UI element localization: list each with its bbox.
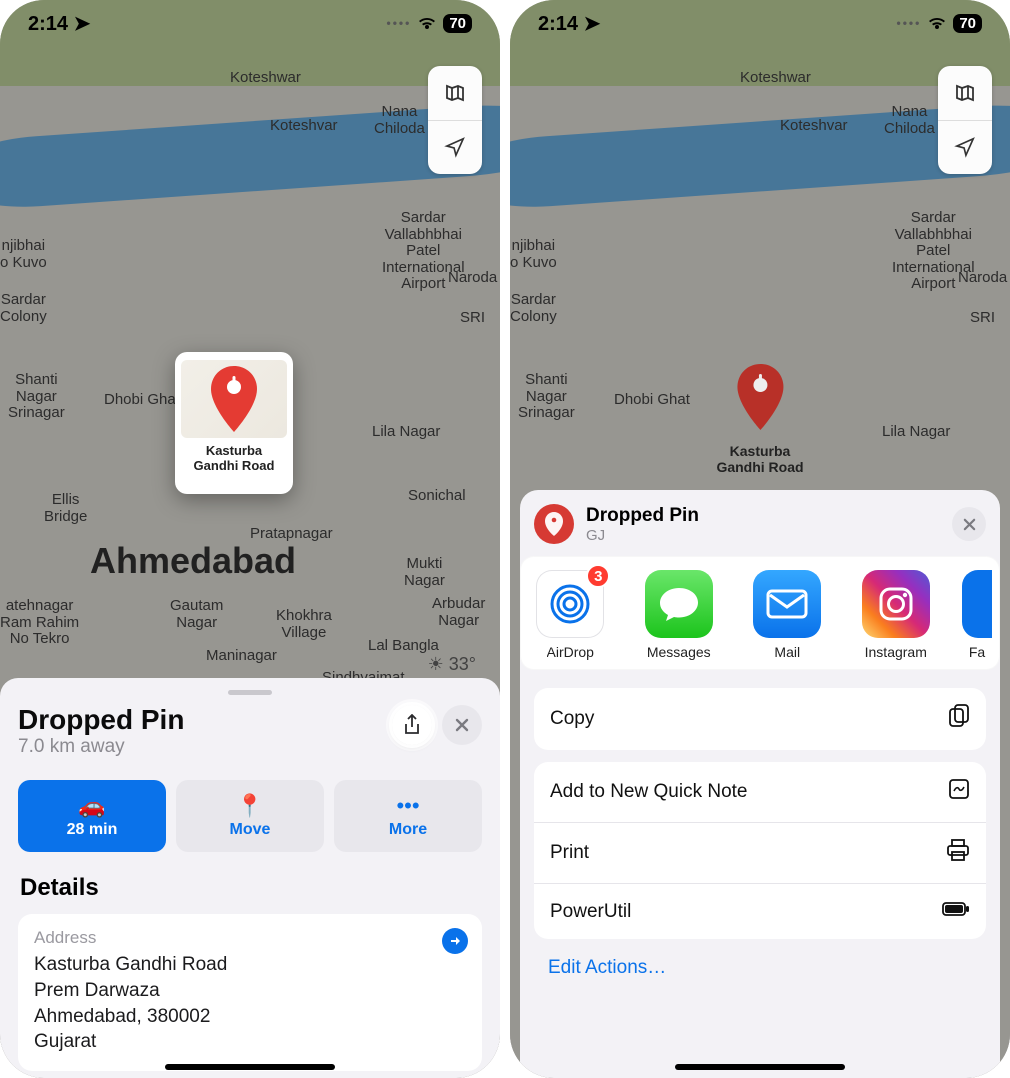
share-button[interactable] <box>392 705 432 745</box>
preview-minimap <box>181 360 287 438</box>
share-app-instagram[interactable]: Instagram <box>854 570 939 660</box>
phone-right: Koteshwar Koteshvar NanaChiloda SardarVa… <box>510 0 1010 1078</box>
car-icon: 🚗 <box>78 793 105 819</box>
more-label: More <box>389 821 427 839</box>
move-pin-tile[interactable]: 📍 Move <box>176 780 324 852</box>
share-app-airdrop[interactable]: 3 AirDrop <box>528 570 613 660</box>
print-icon <box>946 839 970 867</box>
share-item-thumbnail <box>534 504 574 544</box>
airdrop-icon <box>547 581 593 627</box>
battery-level: 70 <box>443 14 472 33</box>
address-line: Ahmedabad, 380002 <box>34 1004 466 1030</box>
close-icon <box>455 718 469 732</box>
battery-level: 70 <box>953 14 982 33</box>
messages-icon <box>657 584 701 624</box>
action-label: PowerUtil <box>550 901 631 923</box>
action-powerutil[interactable]: PowerUtil <box>534 883 986 939</box>
status-bar: 2:14 ➤ •••• 70 <box>0 0 500 44</box>
directions-drive-tile[interactable]: 🚗 28 min <box>18 780 166 852</box>
locate-arrow-icon <box>954 136 976 158</box>
move-label: Move <box>230 821 271 839</box>
move-pin-icon: 📍 <box>236 793 263 819</box>
close-button[interactable] <box>442 705 482 745</box>
share-app-facebook[interactable]: Fa <box>962 570 992 660</box>
wifi-icon <box>417 15 437 31</box>
map-mode-icon <box>443 81 467 105</box>
action-quicknote[interactable]: Add to New Quick Note <box>534 762 986 822</box>
share-subtitle: GJ <box>586 527 699 544</box>
share-app-label: Fa <box>962 644 992 660</box>
address-line: Gujarat <box>34 1029 466 1055</box>
share-actions-group: Add to New Quick Note Print PowerUtil <box>534 762 986 939</box>
edit-actions-link[interactable]: Edit Actions… <box>520 939 1000 979</box>
address-label: Address <box>34 928 466 948</box>
preview-pin-label: KasturbaGandhi Road <box>194 444 275 474</box>
share-app-label: AirDrop <box>547 644 594 660</box>
breadcrumb-dots-icon: •••• <box>897 16 922 30</box>
clock: 2:14 <box>28 13 68 35</box>
battery-icon <box>942 900 970 923</box>
action-print[interactable]: Print <box>534 822 986 883</box>
more-tile[interactable]: ••• More <box>334 780 482 852</box>
location-services-icon: ➤ <box>584 11 601 36</box>
share-sheet[interactable]: Dropped Pin GJ 3 AirDrop <box>520 490 1000 1078</box>
map-mode-icon <box>953 81 977 105</box>
map-mode-button[interactable] <box>428 66 482 120</box>
map-pin-icon <box>205 364 263 436</box>
locate-button[interactable] <box>938 120 992 175</box>
share-actions-group: Copy <box>534 688 986 750</box>
clock: 2:14 <box>538 13 578 35</box>
close-icon <box>963 518 976 531</box>
copy-icon <box>948 704 970 734</box>
mail-icon <box>765 588 809 620</box>
place-sheet[interactable]: Dropped Pin 7.0 km away 🚗 28 min 📍 <box>0 678 500 1078</box>
share-close-button[interactable] <box>952 507 986 541</box>
airdrop-badge: 3 <box>586 564 610 588</box>
address-card[interactable]: Address Kasturba Gandhi Road Prem Darwaz… <box>18 914 482 1071</box>
map-controls <box>938 66 992 174</box>
locate-button[interactable] <box>428 120 482 175</box>
address-line: Kasturba Gandhi Road <box>34 952 466 978</box>
address-line: Prem Darwaza <box>34 978 466 1004</box>
sheet-title: Dropped Pin <box>18 705 184 734</box>
share-title: Dropped Pin <box>586 505 699 527</box>
drive-eta: 28 min <box>67 821 118 839</box>
share-app-messages[interactable]: Messages <box>637 570 722 660</box>
turn-arrow-icon <box>448 934 462 948</box>
navigate-button[interactable] <box>442 928 468 954</box>
map-mode-button[interactable] <box>938 66 992 120</box>
share-app-mail[interactable]: Mail <box>745 570 830 660</box>
map-controls <box>428 66 482 174</box>
ellipsis-icon: ••• <box>396 793 419 819</box>
sheet-subtitle: 7.0 km away <box>18 736 184 758</box>
sheet-grabber[interactable] <box>228 690 272 695</box>
home-indicator[interactable] <box>675 1064 845 1070</box>
locate-arrow-icon <box>444 136 466 158</box>
map-pin-icon <box>543 511 565 537</box>
map-pin-label: KasturbaGandhi Road <box>716 443 803 475</box>
pin-preview-card[interactable]: KasturbaGandhi Road <box>175 352 293 494</box>
breadcrumb-dots-icon: •••• <box>387 16 412 30</box>
phone-left: Ahmedabad ☀︎ 33° Koteshwar Koteshvar Nan… <box>0 0 500 1078</box>
share-icon <box>403 714 421 736</box>
action-label: Add to New Quick Note <box>550 781 747 803</box>
share-app-label: Mail <box>774 644 800 660</box>
location-services-icon: ➤ <box>74 11 91 36</box>
details-heading: Details <box>20 874 482 902</box>
wifi-icon <box>927 15 947 31</box>
status-bar: 2:14 ➤ •••• 70 <box>510 0 1010 44</box>
share-app-label: Instagram <box>865 644 927 660</box>
action-label: Copy <box>550 708 594 730</box>
share-app-label: Messages <box>647 644 711 660</box>
share-app-row[interactable]: 3 AirDrop Messages Mail <box>520 556 1000 670</box>
action-label: Print <box>550 842 589 864</box>
map-pin[interactable]: KasturbaGandhi Road <box>716 362 803 475</box>
map-pin-icon <box>731 362 789 434</box>
instagram-icon <box>875 583 917 625</box>
quicknote-icon <box>948 778 970 806</box>
home-indicator[interactable] <box>165 1064 335 1070</box>
action-copy[interactable]: Copy <box>534 688 986 750</box>
